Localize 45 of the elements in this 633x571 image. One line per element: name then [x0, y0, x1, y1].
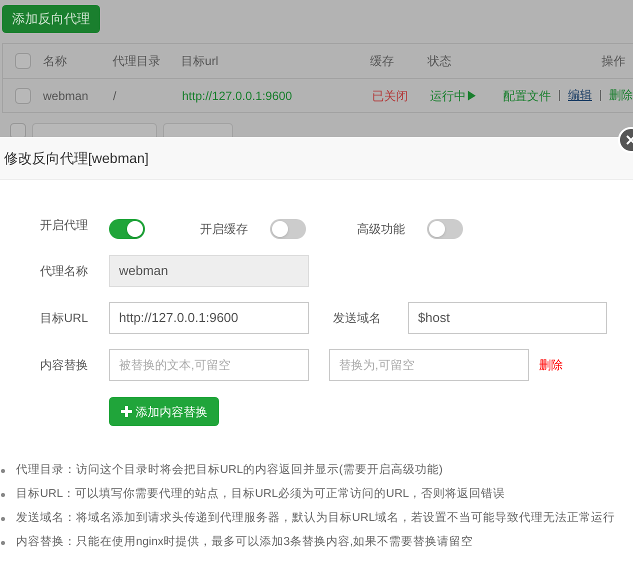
column-header: 缓存: [370, 54, 394, 68]
add-proxy-button[interactable]: 添加反向代理: [2, 5, 100, 33]
column-header: 状态: [427, 54, 452, 68]
bullet-icon: [1, 493, 5, 497]
bullet-icon: [1, 517, 5, 521]
dialog-title: 修改反向代理[webman]: [4, 148, 149, 168]
table-cell: webman: [43, 88, 88, 102]
row-checkbox[interactable]: [10, 123, 26, 137]
replace-from-field[interactable]: 被替换的文本,可留空: [109, 349, 309, 381]
toggle-switch[interactable]: [427, 219, 463, 239]
delete-link[interactable]: 删除: [539, 356, 563, 374]
toggle-label: 高级功能: [357, 221, 406, 238]
field-label: 代理名称: [39, 263, 89, 280]
table-cell: /: [113, 88, 116, 102]
field-label: 发送域名: [332, 310, 382, 327]
action-link[interactable]: 删除: [600, 90, 633, 101]
row-checkbox[interactable]: [14, 53, 31, 69]
toggle-label: 开启缓存: [200, 221, 249, 238]
field-label: 目标URL: [39, 310, 90, 327]
cache-status: 已关闭: [372, 88, 408, 102]
field-label: 内容替换: [39, 357, 89, 374]
bullet-icon: [1, 469, 5, 473]
bullet-icon: [1, 541, 5, 545]
add-replace-button[interactable]: 添加内容替换: [109, 397, 219, 426]
toggle-switch[interactable]: [109, 219, 145, 239]
note-text: 发送域名：将域名添加到请求头传递到代理服务器，默认为目标URL域名，若设置不当可能导致代理无法正常运行: [16, 510, 616, 526]
column-header: 目标url: [180, 54, 218, 68]
note-text: 内容替换：只能在使用nginx时提供，最多可以添加3条替换内容,如果不需要替换请留空: [16, 534, 474, 550]
note-text: 代理目录：访问这个目录时将会把目标URL的内容返回并显示(需要开启高级功能): [16, 462, 443, 478]
row-checkbox[interactable]: [15, 88, 31, 104]
url-field[interactable]: http://127.0.0.1:9600: [109, 302, 309, 334]
url-link[interactable]: http://127.0.0.1:9600: [182, 88, 292, 102]
toggle-label: 开启代理: [40, 217, 89, 234]
action-link[interactable]: 编辑: [559, 90, 592, 101]
note-text: 目标URL：可以填写你需要代理的站点，目标URL必须为可正常访问的URL，否则将返回错误: [16, 486, 506, 502]
host-field[interactable]: $host: [408, 302, 607, 334]
replace-to-field[interactable]: 替换为,可留空: [329, 349, 529, 381]
action-link[interactable]: 配置文件: [503, 86, 551, 104]
toggle-switch[interactable]: [270, 219, 306, 239]
column-header: 代理目录: [112, 54, 160, 68]
run-status[interactable]: 运行中▶: [430, 88, 478, 102]
plus-icon: [120, 406, 132, 417]
column-header: 操作: [601, 54, 626, 68]
column-header: 名称: [42, 54, 67, 68]
name-field: webman: [109, 255, 309, 287]
